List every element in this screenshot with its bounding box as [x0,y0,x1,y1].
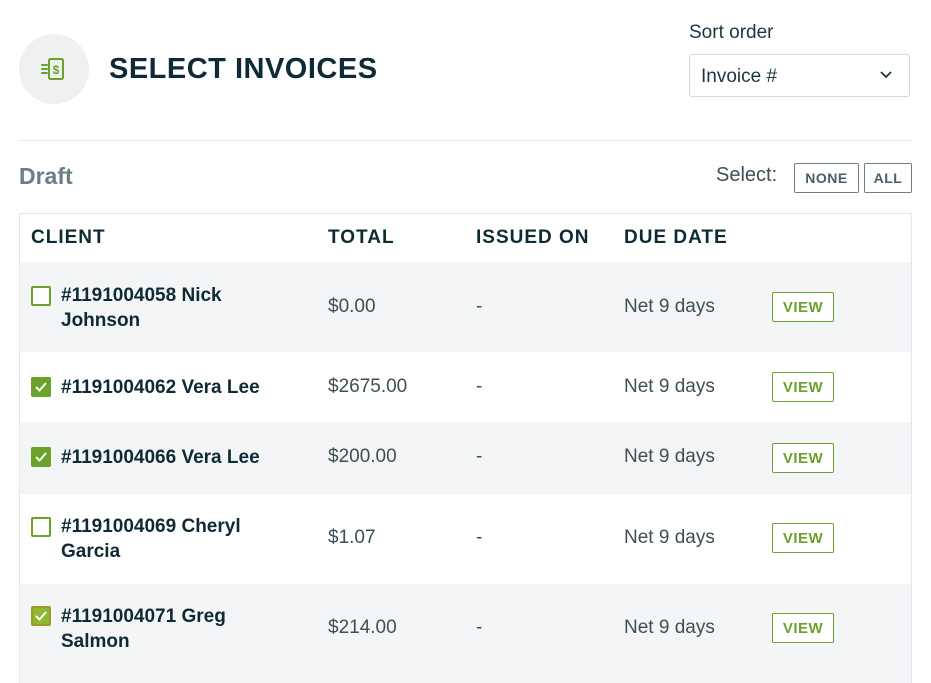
client-name-line: #1191004071 Greg [61,606,226,627]
row-checkbox[interactable] [31,606,51,626]
column-header-issued-on: ISSUED ON [476,227,590,248]
row-checkbox[interactable] [31,377,51,397]
table-row: #1191004066 Vera Lee $200.00 - Net 9 day… [20,422,911,494]
table-row: #1191004062 Vera Lee $2675.00 - Net 9 da… [20,352,911,422]
total-cell: $214.00 [328,617,397,638]
total-cell: $2675.00 [328,376,408,397]
invoice-table: CLIENT TOTAL ISSUED ON DUE DATE #1191004… [19,213,912,683]
client-cell: #1191004069 Cheryl Garcia [61,514,291,564]
table-header: CLIENT TOTAL ISSUED ON DUE DATE [20,214,911,263]
due-date-cell: Net 9 days [624,617,715,638]
invoice-dollar-icon: $ [41,58,64,80]
view-button[interactable]: VIEW [772,443,834,473]
sort-order-value: Invoice # [701,66,778,87]
page-header: $ SELECT INVOICES Sort order Invoice # [0,0,931,140]
total-cell: $1.07 [328,527,376,548]
client-name-line: Garcia [61,541,121,562]
sort-order-select[interactable]: Invoice # [689,54,910,97]
row-checkbox[interactable] [31,286,51,306]
total-cell: $0.00 [328,296,376,317]
invoice-icon-badge: $ [19,34,89,104]
client-cell: #1191004062 Vera Lee [61,375,291,400]
column-header-client: CLIENT [31,227,106,248]
checkmark-icon [35,611,47,621]
sort-order-label: Sort order [689,22,774,43]
select-none-button[interactable]: NONE [794,163,859,193]
due-date-cell: Net 9 days [624,376,715,397]
due-date-cell: Net 9 days [624,446,715,467]
issued-on-cell: - [476,446,483,467]
due-date-cell: Net 9 days [624,527,715,548]
checkmark-icon [35,382,47,392]
svg-text:$: $ [53,63,60,77]
total-cell: $200.00 [328,446,397,467]
client-name-line: #1191004069 Cheryl [61,516,241,537]
client-name-line: #1191004058 Nick [61,285,222,306]
client-name-line: Johnson [61,310,141,331]
select-all-button[interactable]: ALL [864,163,912,193]
table-row: #1191004069 Cheryl Garcia $1.07 - Net 9 … [20,494,911,584]
due-date-cell: Net 9 days [624,296,715,317]
issued-on-cell: - [476,296,483,317]
view-button[interactable]: VIEW [772,613,834,643]
page-title: SELECT INVOICES [109,53,378,85]
table-row: #1191004071 Greg Salmon $214.00 - Net 9 … [20,584,911,683]
row-checkbox[interactable] [31,517,51,537]
client-cell: #1191004066 Vera Lee [61,445,291,470]
client-name-line: #1191004066 Vera Lee [61,447,260,468]
view-button[interactable]: VIEW [772,292,834,322]
checkmark-icon [35,452,47,462]
issued-on-cell: - [476,617,483,638]
section-title: Draft [19,163,73,189]
client-name-line: Salmon [61,631,130,652]
select-label: Select: [716,164,778,186]
table-row: #1191004058 Nick Johnson $0.00 - Net 9 d… [20,262,911,352]
header-divider [19,140,912,141]
column-header-due-date: DUE DATE [624,227,728,248]
column-header-total: TOTAL [328,227,395,248]
client-name-line: #1191004062 Vera Lee [61,377,260,398]
client-cell: #1191004058 Nick Johnson [61,283,291,333]
chevron-down-icon [880,71,892,79]
issued-on-cell: - [476,376,483,397]
client-cell: #1191004071 Greg Salmon [61,604,291,654]
issued-on-cell: - [476,527,483,548]
view-button[interactable]: VIEW [772,523,834,553]
row-checkbox[interactable] [31,447,51,467]
view-button[interactable]: VIEW [772,372,834,402]
